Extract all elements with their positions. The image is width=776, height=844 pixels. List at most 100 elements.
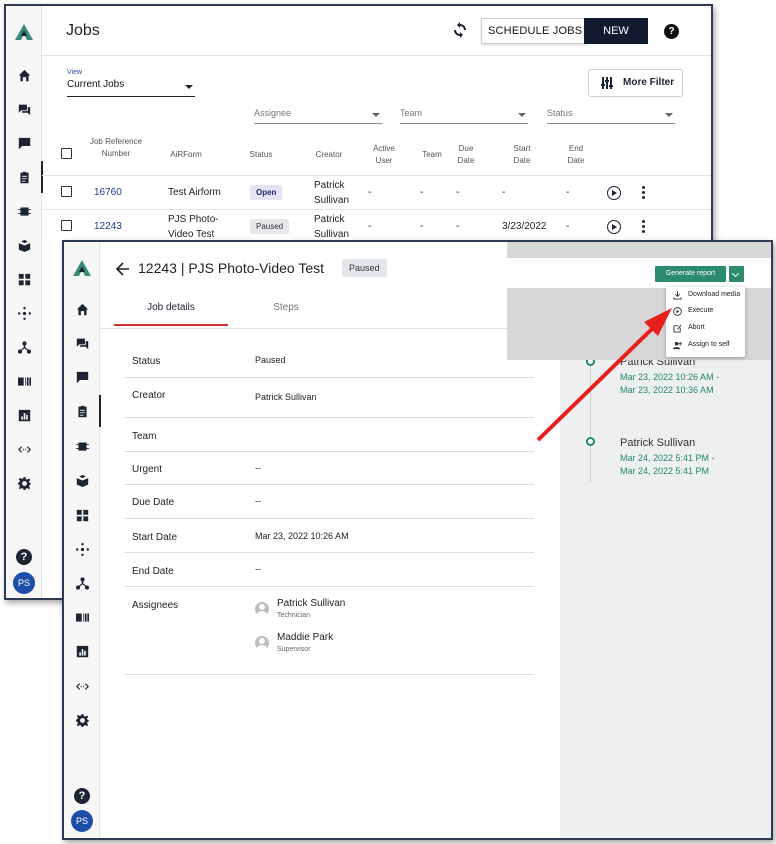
detail-value: --: [255, 463, 261, 473]
workflow-icon[interactable]: [64, 573, 100, 593]
detail-value: Paused: [255, 355, 286, 365]
row-checkbox[interactable]: [61, 220, 72, 231]
help-icon[interactable]: ?: [16, 549, 32, 565]
more-actions-icon[interactable]: [642, 220, 646, 234]
caret-down-icon: [665, 113, 673, 117]
menu-item-abort[interactable]: Abort: [666, 320, 745, 336]
menu-item-assign-to-self[interactable]: Assign to self: [666, 337, 745, 353]
report-actions-menu: Download media Execute Abort Assign to s…: [666, 287, 745, 357]
menu-item-execute[interactable]: Execute: [666, 303, 745, 319]
api-icon[interactable]: [6, 439, 42, 459]
select-all-checkbox[interactable]: [61, 148, 72, 159]
execute-play-icon[interactable]: [607, 186, 621, 200]
more-actions-icon[interactable]: [642, 186, 646, 200]
app-logo-icon: [15, 24, 33, 40]
column-header-ref[interactable]: Job Reference Number: [88, 136, 144, 160]
book-icon[interactable]: [64, 470, 100, 490]
column-header-end-date[interactable]: End Date: [562, 143, 590, 167]
dashboard-icon[interactable]: [64, 505, 100, 525]
hub-icon[interactable]: [64, 539, 100, 559]
jobs-clipboard-icon[interactable]: [6, 161, 43, 193]
tab-steps[interactable]: Steps: [250, 302, 322, 326]
detail-key: Team: [132, 431, 157, 442]
chat-icon[interactable]: [64, 367, 100, 387]
home-icon[interactable]: [64, 299, 100, 319]
analytics-icon[interactable]: [6, 405, 42, 425]
timeline-date-from: Mar 23, 2022 10:26 AM -: [620, 372, 720, 382]
creator-cell: Patrick Sullivan: [314, 214, 350, 240]
forum-icon[interactable]: [6, 99, 42, 119]
chat-icon[interactable]: [6, 133, 42, 153]
menu-item-label: Execute: [688, 307, 714, 314]
chip-icon[interactable]: [6, 201, 42, 221]
menu-item-download-media[interactable]: Download media: [666, 287, 745, 303]
id-card-icon[interactable]: [64, 607, 100, 627]
view-select-value: Current Jobs: [67, 79, 125, 90]
team-filter[interactable]: Team: [400, 108, 528, 124]
column-header-creator[interactable]: Creator: [308, 149, 350, 161]
id-card-icon[interactable]: [6, 371, 42, 391]
assignee-filter[interactable]: Assignee: [254, 108, 382, 124]
column-header-airform[interactable]: AiRForm: [166, 149, 206, 161]
team-filter-label: Team: [400, 108, 423, 118]
status-filter-label: Status: [547, 108, 573, 118]
back-arrow-icon[interactable]: [116, 262, 130, 276]
job-ref-link[interactable]: 16760: [94, 185, 122, 200]
detail-key: Creator: [132, 390, 166, 401]
generate-report-button[interactable]: Generate report: [655, 266, 726, 282]
tab-job-details[interactable]: Job details: [114, 302, 228, 326]
assignee-role: Technician: [277, 612, 311, 619]
home-icon[interactable]: [6, 65, 42, 85]
detail-key: Due Date: [132, 497, 175, 508]
row-checkbox[interactable]: [61, 186, 72, 197]
book-icon[interactable]: [6, 235, 42, 255]
detail-row-creator: Creator Patrick Sullivan: [124, 378, 534, 418]
help-icon[interactable]: ?: [74, 788, 90, 804]
column-header-team[interactable]: Team: [418, 149, 446, 161]
end-date-cell: -: [566, 221, 570, 232]
new-job-button[interactable]: NEW: [584, 18, 648, 44]
settings-gear-icon[interactable]: [64, 710, 100, 730]
status-badge: Paused: [342, 259, 387, 277]
refresh-icon[interactable]: [452, 22, 468, 38]
forum-icon[interactable]: [64, 333, 100, 353]
caret-down-icon: [372, 113, 380, 117]
chip-icon[interactable]: [64, 436, 100, 456]
api-icon[interactable]: [64, 676, 100, 696]
detail-row-start-date: Start Date Mar 23, 2022 10:26 AM: [124, 519, 534, 553]
detail-key: Start Date: [132, 532, 178, 543]
timeline-dot: [586, 437, 595, 446]
end-date-cell: -: [566, 187, 570, 198]
help-icon[interactable]: ?: [664, 24, 679, 39]
execute-play-icon[interactable]: [607, 220, 621, 234]
job-ref-link[interactable]: 12243: [94, 219, 122, 234]
column-header-due-date[interactable]: Due Date: [452, 143, 480, 167]
jobs-clipboard-icon[interactable]: [64, 395, 101, 427]
abort-icon: [673, 324, 682, 333]
column-header-active-user[interactable]: Active User: [370, 143, 398, 167]
creator-cell: Patrick Sullivan: [314, 180, 350, 206]
view-select[interactable]: Current Jobs: [67, 79, 195, 97]
detail-value: --: [255, 496, 261, 506]
report-dropdown-toggle[interactable]: [729, 266, 744, 282]
schedule-jobs-button[interactable]: SCHEDULE JOBS: [481, 18, 590, 44]
column-header-start-date[interactable]: Start Date: [508, 143, 536, 167]
settings-gear-icon[interactable]: [6, 473, 42, 493]
analytics-icon[interactable]: [64, 641, 100, 661]
assignee-role: Supervisor: [277, 646, 311, 653]
column-header-status[interactable]: Status: [244, 149, 278, 161]
team-cell: -: [420, 187, 424, 198]
dashboard-icon[interactable]: [6, 269, 42, 289]
sliders-icon: [601, 77, 613, 89]
hub-icon[interactable]: [6, 303, 42, 323]
workflow-icon[interactable]: [6, 337, 42, 357]
detail-value: Patrick Sullivan: [255, 392, 317, 402]
menu-item-label: Download media: [688, 291, 741, 298]
user-avatar[interactable]: PS: [71, 810, 93, 832]
airform-cell: Test Airform: [168, 187, 221, 198]
more-filter-button[interactable]: More Filter: [588, 69, 683, 97]
status-filter[interactable]: Status: [547, 108, 675, 124]
start-date-cell: -: [502, 187, 506, 198]
assignee-name: Maddie Park: [277, 632, 334, 643]
user-avatar[interactable]: PS: [13, 572, 35, 594]
